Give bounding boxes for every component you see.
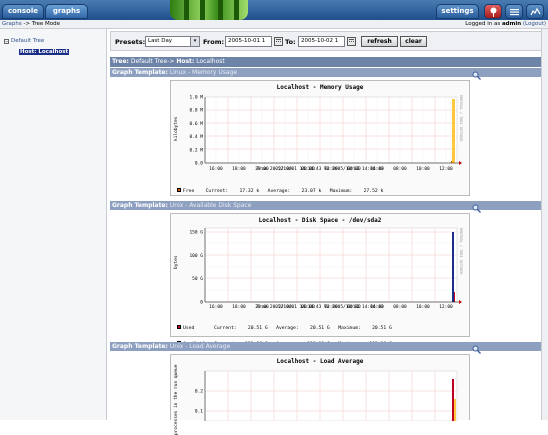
- tab-console[interactable]: console: [2, 4, 44, 19]
- legend-used: Used Current: 20.51 G Average: 20.51 G M…: [177, 325, 392, 331]
- zoom-icon[interactable]: [472, 345, 481, 354]
- collapse-icon[interactable]: −: [4, 39, 9, 44]
- login-status: Logged in as admin (Logout): [465, 21, 546, 27]
- graph-range: From 2005/10/01 14:14:43 To 2005/10/02 1…: [256, 305, 384, 310]
- y-tick-label: 50 G: [192, 276, 203, 282]
- graph-tree-panel: − Default Tree Host: Localhost: [0, 29, 107, 420]
- y-tick-label: 0.6 M: [189, 121, 203, 127]
- y-tick-label: 0.4 M: [189, 134, 203, 140]
- y-tick-label: 0.2 M: [189, 147, 203, 153]
- swap-series: [452, 99, 455, 163]
- logout-link[interactable]: (Logout): [523, 21, 546, 27]
- y-tick-label: 150 G: [189, 230, 203, 236]
- timespan-filter-bar: Presets: Last Day ▾ From: 2005-10-01 1 T…: [110, 31, 546, 51]
- template-label: Graph Template:: [112, 343, 168, 350]
- y-tick-label: 100 G: [189, 253, 203, 259]
- zoom-icon[interactable]: [472, 71, 481, 80]
- load-average-graph[interactable]: Localhost - Load Average processes in th…: [170, 354, 470, 435]
- y-tick-label: 0.2: [195, 389, 203, 395]
- graph-section-load: Graph Template: Unix - Load Average Loca…: [110, 342, 546, 435]
- preset-select[interactable]: Last Day ▾: [145, 36, 200, 47]
- host-header-value: Localhost: [196, 58, 225, 65]
- template-label: Graph Template:: [112, 202, 168, 209]
- tree-item-default-tree[interactable]: − Default Tree: [4, 38, 44, 44]
- preset-value: Last Day: [148, 38, 173, 44]
- breadcrumb: Graphs -> Tree Mode: [2, 21, 60, 27]
- graph-section-disk: Graph Template: Unix - Available Disk Sp…: [110, 201, 546, 363]
- breadcrumb-separator: ->: [21, 21, 32, 27]
- to-calendar-icon[interactable]: [347, 37, 356, 46]
- template-value: Linux - Memory Usage: [169, 69, 238, 76]
- from-label: From:: [203, 38, 225, 46]
- preview-view-icon[interactable]: [526, 4, 544, 19]
- tree-host-header: Tree: Default Tree-> Host: Localhost: [110, 57, 546, 67]
- legend-used-text: Used Current: 20.51 G Average: 20.51 G M…: [183, 326, 392, 331]
- chevron-down-icon: ▾: [190, 37, 199, 46]
- from-calendar-icon[interactable]: [274, 37, 283, 46]
- y-tick-label: 0.1: [195, 409, 203, 415]
- tree-view-icon[interactable]: [484, 4, 502, 19]
- refresh-button[interactable]: refresh: [361, 36, 398, 47]
- tree-header-value: Default Tree->: [130, 58, 175, 65]
- from-date-input[interactable]: 2005-10-01 1: [225, 36, 272, 47]
- load-chart-svg: 0.2 0.1: [195, 370, 458, 421]
- used-series: [454, 292, 455, 302]
- breadcrumb-bar: Graphs -> Tree Mode Logged in as admin (…: [0, 20, 548, 29]
- tree-header-label: Tree:: [112, 58, 129, 65]
- used-swatch: [177, 325, 181, 329]
- template-label: Graph Template:: [112, 69, 168, 76]
- tree-item-localhost[interactable]: Host: Localhost: [19, 49, 70, 55]
- free-series: [451, 161, 452, 163]
- y-tick-label: 1.0 M: [189, 95, 203, 101]
- graph-title: Localhost - Disk Space - /dev/sda2: [258, 217, 382, 224]
- load-series-1: [452, 379, 454, 421]
- cacti-logo: [170, 0, 248, 20]
- available-series: [452, 232, 454, 302]
- disk-space-graph[interactable]: Localhost - Disk Space - /dev/sda2 bytes…: [170, 213, 470, 363]
- to-date-input[interactable]: 2005-10-02 1: [298, 36, 345, 47]
- tab-settings[interactable]: settings: [436, 4, 479, 19]
- breadcrumb-graphs-link[interactable]: Graphs: [2, 21, 22, 27]
- tab-graphs[interactable]: graphs: [45, 4, 88, 19]
- graph-section-memory: Graph Template: Linux - Memory Usage Loc…: [110, 68, 546, 210]
- login-user: admin: [501, 21, 522, 27]
- top-navigation-bar: console graphs settings: [0, 0, 548, 20]
- to-label: To:: [285, 38, 296, 46]
- memory-usage-graph[interactable]: Localhost - Memory Usage kilobytes RRDTO…: [170, 80, 470, 210]
- graph-range: From 2005/10/01 14:14:43 To 2005/10/02 1…: [256, 167, 384, 172]
- zoom-icon[interactable]: [472, 204, 481, 213]
- template-value: Unix - Load Average: [169, 343, 231, 350]
- login-prefix: Logged in as: [465, 21, 502, 27]
- graph-title: Localhost - Memory Usage: [276, 84, 364, 91]
- template-value: Unix - Available Disk Space: [169, 202, 252, 209]
- list-view-icon[interactable]: [505, 4, 523, 19]
- tree-root-label: Default Tree: [11, 38, 45, 44]
- clear-button[interactable]: clear: [400, 36, 427, 47]
- y-tick-label: 0.0: [195, 161, 203, 167]
- graph-title: Localhost - Load Average: [276, 358, 364, 365]
- presets-label: Presets:: [115, 38, 146, 46]
- disk-chart-svg: 150 G100 G50 G0 16:00 18:00 20:00 22:00 00:0…: [189, 227, 462, 310]
- y-tick-label: 0.8 M: [189, 108, 203, 114]
- host-header-label: Host:: [176, 58, 195, 65]
- breadcrumb-current: Tree Mode: [31, 21, 61, 27]
- vertical-scrollbar[interactable]: [541, 29, 548, 420]
- legend-free-text: Free Current: 17.32 k Average: 23.07 k M…: [183, 189, 384, 194]
- legend-free: Free Current: 17.32 k Average: 23.07 k M…: [177, 188, 383, 194]
- free-swatch: [177, 188, 181, 192]
- load-series-2: [454, 399, 456, 421]
